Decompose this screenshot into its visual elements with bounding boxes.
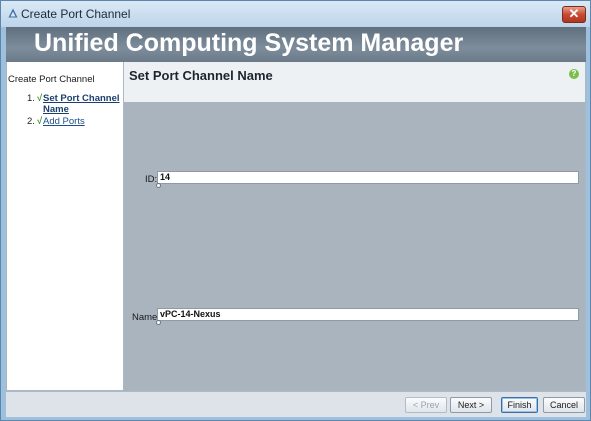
- create-port-channel-window: Create Port Channel ✕ Unified Computing …: [0, 0, 591, 421]
- window-title: Create Port Channel: [21, 7, 131, 21]
- step-number: 2.: [27, 116, 35, 127]
- wizard-steps-header: Create Port Channel: [8, 74, 95, 85]
- close-icon: ✕: [568, 6, 580, 21]
- name-field[interactable]: vPC-14-Nexus: [157, 308, 579, 321]
- checkmark-icon: √: [37, 116, 43, 127]
- step-number: 1.: [27, 93, 35, 104]
- title-bar: Create Port Channel ✕: [1, 1, 590, 27]
- wizard-footer: < Prev Next > Finish Cancel: [6, 391, 586, 417]
- step-label-continued[interactable]: Name: [43, 104, 69, 115]
- ucs-triangle-icon: [8, 8, 18, 18]
- checkmark-icon: √: [37, 93, 43, 104]
- page-title: Set Port Channel Name: [129, 68, 273, 83]
- id-field[interactable]: 14: [157, 171, 579, 184]
- cancel-button[interactable]: Cancel: [543, 397, 585, 413]
- app-banner: Unified Computing System Manager: [6, 27, 586, 62]
- step-label-line1: Set Port Channel: [43, 93, 120, 104]
- prev-button[interactable]: < Prev: [405, 397, 447, 413]
- info-dot-icon: [156, 320, 161, 325]
- info-dot-icon: [156, 183, 161, 188]
- next-button[interactable]: Next >: [450, 397, 492, 413]
- wizard-content: Set Port Channel Name ? ID: 14 Name: vPC…: [124, 62, 586, 391]
- help-icon[interactable]: ?: [569, 69, 579, 79]
- banner-title: Unified Computing System Manager: [34, 29, 464, 57]
- finish-button[interactable]: Finish: [501, 397, 538, 413]
- wizard-steps-pane: Create Port Channel 1. √ Set Port Channe…: [6, 62, 124, 391]
- step-label[interactable]: Add Ports: [43, 116, 85, 127]
- close-button[interactable]: ✕: [562, 6, 586, 23]
- step-label[interactable]: Set Port Channel: [43, 93, 120, 104]
- content-header: Set Port Channel Name ?: [124, 62, 585, 102]
